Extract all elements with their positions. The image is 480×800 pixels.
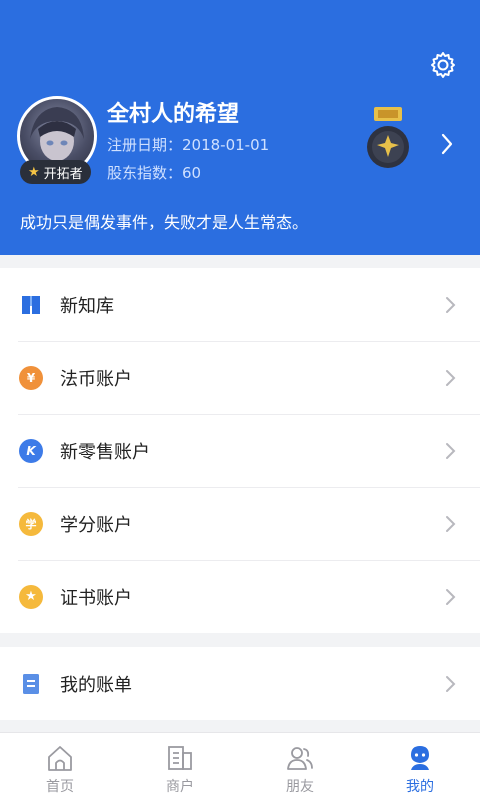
me-icon	[411, 746, 429, 770]
menu-item-label: 新零售账户	[60, 441, 150, 463]
shareholder-index: 股东指数：60	[107, 164, 202, 182]
motto: 成功只是偶发事件，失败才是人生常态。	[20, 213, 309, 232]
pioneer-badge: ★ 开拓者	[20, 160, 91, 184]
menu-item-new-retail-account[interactable]: K 新零售账户	[0, 414, 480, 487]
bottom-tab-bar: 首页 商户 朋友 我的	[0, 732, 480, 800]
yuan-icon: ¥	[19, 365, 43, 390]
tab-label: 首页	[46, 779, 74, 795]
menu-item-my-bill[interactable]: 我的账单	[0, 647, 480, 720]
menu-item-label: 证书账户	[60, 587, 132, 609]
friends-icon	[287, 747, 313, 770]
tab-me[interactable]: 我的	[360, 733, 480, 800]
tab-label: 商户	[166, 779, 194, 795]
tab-friends[interactable]: 朋友	[240, 733, 360, 800]
chevron-right-icon	[446, 296, 456, 313]
menu-item-label: 我的账单	[60, 674, 132, 696]
tab-merchant[interactable]: 商户	[120, 733, 240, 800]
home-icon	[48, 746, 72, 771]
chevron-right-icon	[446, 369, 456, 386]
registration-date: 注册日期：2018-01-01	[107, 136, 270, 154]
menu-item-fiat-account[interactable]: ¥ 法币账户	[0, 341, 480, 414]
chevron-right-icon	[446, 675, 456, 692]
bill-icon	[19, 672, 43, 696]
certificate-icon: ★	[19, 584, 43, 609]
menu-item-credit-account[interactable]: 学 学分账户	[0, 487, 480, 560]
star-icon: ★	[28, 164, 40, 180]
menu-item-label: 法币账户	[60, 368, 132, 390]
tab-label: 朋友	[286, 779, 314, 795]
chevron-right-icon	[446, 442, 456, 459]
menu-item-label: 新知库	[60, 295, 114, 317]
book-icon	[19, 293, 43, 317]
username: 全村人的希望	[107, 102, 240, 127]
credit-icon: 学	[19, 511, 43, 536]
medal-icon[interactable]	[364, 105, 412, 171]
badge-label: 开拓者	[43, 166, 83, 182]
settings-gear-icon[interactable]	[428, 50, 458, 80]
account-menu: 新知库 ¥ 法币账户 K 新零售账户 学 学分账户 ★ 证书账户	[0, 268, 480, 633]
tab-label: 我的	[406, 779, 434, 795]
k-icon: K	[19, 438, 43, 463]
profile-header: ★ 开拓者 全村人的希望 注册日期：2018-01-01 股东指数：60 成功只…	[0, 0, 480, 255]
chevron-right-icon	[446, 588, 456, 605]
chevron-right-icon	[446, 515, 456, 532]
profile-chevron-right-icon[interactable]	[440, 133, 454, 155]
merchant-icon	[168, 746, 192, 770]
menu-item-label: 学分账户	[60, 514, 132, 536]
menu-item-knowledge-base[interactable]: 新知库	[0, 268, 480, 341]
bill-menu: 我的账单	[0, 647, 480, 720]
tab-home[interactable]: 首页	[0, 733, 120, 800]
menu-item-certificate-account[interactable]: ★ 证书账户	[0, 560, 480, 633]
